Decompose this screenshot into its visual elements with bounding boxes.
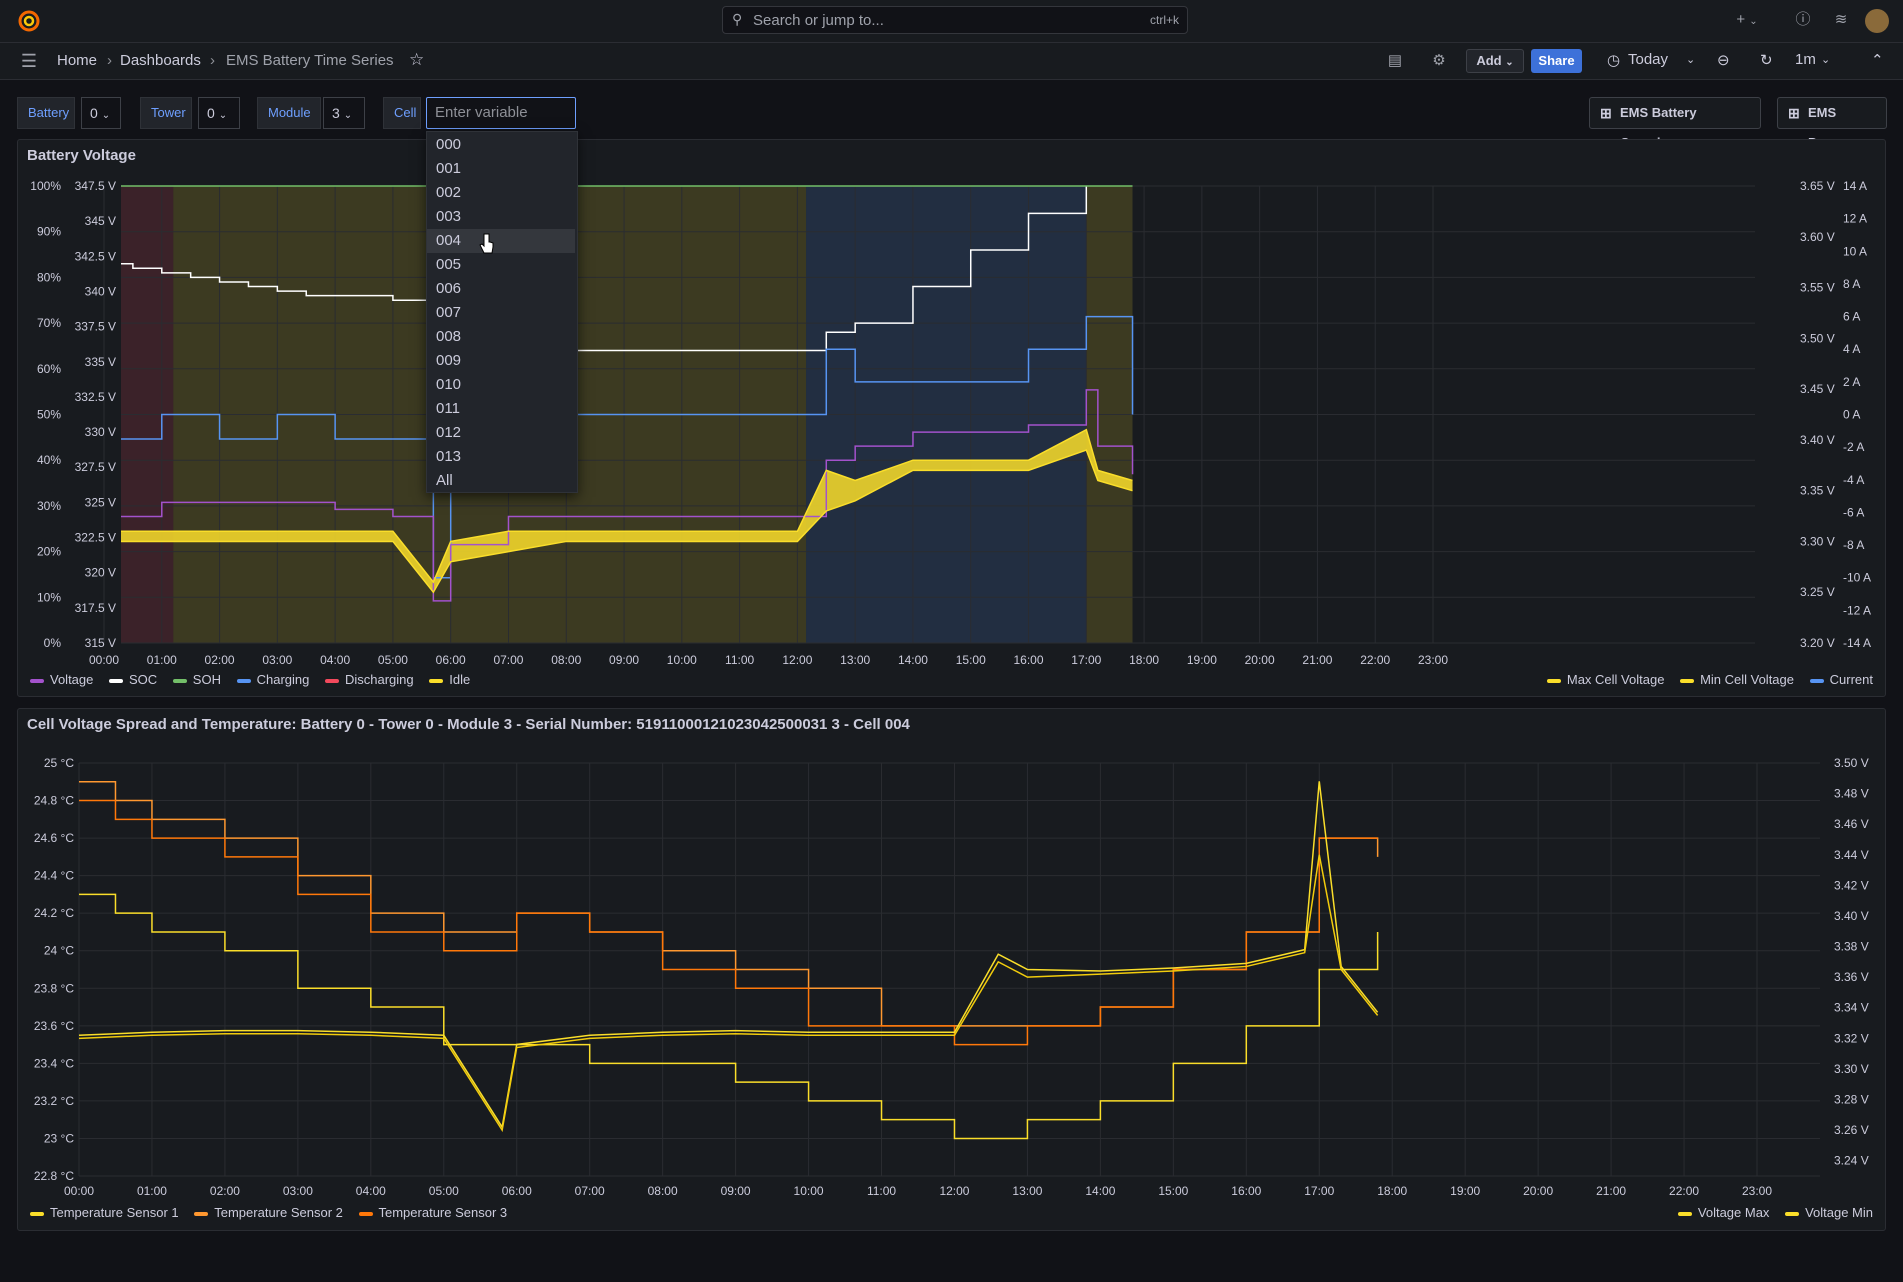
x-tick-label: 06:00 bbox=[502, 1184, 532, 1198]
series-line-temperature-sensor-1 bbox=[79, 893, 1379, 1140]
x-tick-label: 18:00 bbox=[1377, 1184, 1407, 1198]
y-tick-label-voltage: 3.38 V bbox=[1834, 940, 1869, 954]
y-tick-label-temperature: 23.2 °C bbox=[34, 1094, 74, 1108]
x-tick-label: 05:00 bbox=[429, 1184, 459, 1198]
x-tick-label: 16:00 bbox=[1231, 1184, 1261, 1198]
cell-options-dropdown: 000 001 002 003 004 005 006 007 008 009 010 011 012 0… bbox=[426, 131, 578, 493]
x-tick-label: 01:00 bbox=[137, 1184, 167, 1198]
y-tick-label-voltage: 3.30 V bbox=[1834, 1062, 1869, 1076]
x-tick-label: 08:00 bbox=[648, 1184, 678, 1198]
dropdown-option[interactable]: 000 bbox=[427, 133, 575, 157]
y-tick-label-voltage: 3.50 V bbox=[1834, 756, 1869, 770]
dropdown-option[interactable]: 001 bbox=[427, 157, 575, 181]
y-tick-label-voltage: 3.46 V bbox=[1834, 817, 1869, 831]
y-tick-label-temperature: 22.8 °C bbox=[34, 1169, 74, 1183]
x-tick-label: 07:00 bbox=[575, 1184, 605, 1198]
x-tick-label: 20:00 bbox=[1523, 1184, 1553, 1198]
series-line-voltage-min bbox=[78, 854, 1379, 1133]
y-tick-label-temperature: 24.2 °C bbox=[34, 906, 74, 920]
y-tick-label-temperature: 23 °C bbox=[44, 1131, 74, 1145]
y-tick-label-voltage: 3.40 V bbox=[1834, 909, 1869, 923]
dropdown-option[interactable]: 008 bbox=[427, 325, 575, 349]
dropdown-option[interactable]: 005 bbox=[427, 253, 575, 277]
x-tick-label: 23:00 bbox=[1742, 1184, 1772, 1198]
y-tick-label-voltage: 3.26 V bbox=[1834, 1123, 1869, 1137]
x-tick-label: 11:00 bbox=[867, 1184, 896, 1198]
y-tick-label-voltage: 3.42 V bbox=[1834, 878, 1869, 892]
x-tick-label: 09:00 bbox=[721, 1184, 751, 1198]
y-tick-label-voltage: 3.34 V bbox=[1834, 1001, 1869, 1015]
dropdown-option[interactable]: 011 bbox=[427, 397, 575, 421]
dropdown-option[interactable]: 010 bbox=[427, 373, 575, 397]
y-tick-label-voltage: 3.28 V bbox=[1834, 1093, 1869, 1107]
x-tick-label: 13:00 bbox=[1012, 1184, 1042, 1198]
y-tick-label-temperature: 23.4 °C bbox=[34, 1056, 74, 1070]
dropdown-option[interactable]: 012 bbox=[427, 421, 575, 445]
x-tick-label: 21:00 bbox=[1596, 1184, 1626, 1198]
y-tick-label-temperature: 25 °C bbox=[44, 756, 74, 770]
mouse-cursor-icon bbox=[479, 233, 494, 254]
y-tick-label-voltage: 3.32 V bbox=[1834, 1031, 1869, 1045]
dropdown-option[interactable]: 004 bbox=[427, 229, 575, 253]
y-tick-label-temperature: 24 °C bbox=[44, 944, 74, 958]
y-tick-label-temperature: 24.8 °C bbox=[34, 794, 74, 808]
dropdown-option[interactable]: 002 bbox=[427, 181, 575, 205]
y-tick-label-temperature: 23.6 °C bbox=[34, 1019, 74, 1033]
x-tick-label: 12:00 bbox=[939, 1184, 969, 1198]
dropdown-option[interactable]: 007 bbox=[427, 301, 575, 325]
dropdown-option[interactable]: All bbox=[427, 469, 575, 493]
dropdown-option[interactable]: 003 bbox=[427, 205, 575, 229]
series-line-temperature-sensor-3 bbox=[79, 799, 1378, 1046]
y-tick-label-temperature: 23.8 °C bbox=[34, 981, 74, 995]
y-tick-label-temperature: 24.6 °C bbox=[34, 831, 74, 845]
dropdown-option[interactable]: 006 bbox=[427, 277, 575, 301]
x-tick-label: 02:00 bbox=[210, 1184, 240, 1198]
x-tick-label: 22:00 bbox=[1669, 1184, 1699, 1198]
series-line-temperature-sensor-2 bbox=[79, 781, 1379, 1027]
y-tick-label-temperature: 24.4 °C bbox=[34, 869, 74, 883]
y-tick-label-voltage: 3.24 V bbox=[1834, 1154, 1869, 1168]
cell-voltage-temperature-chart[interactable]: 00:00 01:00 02:00 03:00 04:00 05:00 06:00 07:00… bbox=[0, 0, 1903, 1282]
series-line-voltage-max bbox=[78, 781, 1379, 1130]
x-tick-label: 15:00 bbox=[1158, 1184, 1188, 1198]
x-tick-label: 19:00 bbox=[1450, 1184, 1480, 1198]
dropdown-option[interactable]: 009 bbox=[427, 349, 575, 373]
x-tick-label: 14:00 bbox=[1085, 1184, 1115, 1198]
y-tick-label-voltage: 3.44 V bbox=[1834, 848, 1869, 862]
y-tick-label-voltage: 3.48 V bbox=[1834, 787, 1869, 801]
y-tick-label-voltage: 3.36 V bbox=[1834, 970, 1869, 984]
x-tick-label: 10:00 bbox=[794, 1184, 824, 1198]
x-tick-label: 04:00 bbox=[356, 1184, 386, 1198]
dropdown-option[interactable]: 013 bbox=[427, 445, 575, 469]
x-tick-label: 00:00 bbox=[64, 1184, 94, 1198]
x-tick-label: 17:00 bbox=[1304, 1184, 1334, 1198]
x-tick-label: 03:00 bbox=[283, 1184, 313, 1198]
